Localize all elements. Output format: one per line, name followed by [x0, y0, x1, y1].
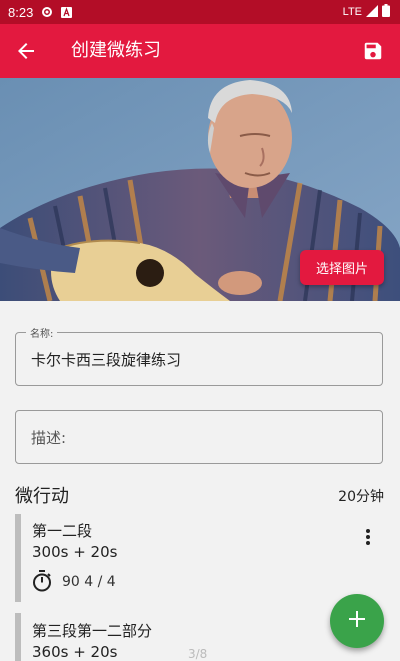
stopwatch-icon [32, 570, 52, 592]
item-accent-bar [15, 613, 21, 661]
item-accent-bar [15, 514, 21, 602]
item-name: 第三段第一二部分 [32, 622, 153, 640]
item-stats: 90 4 / 4 [62, 574, 116, 590]
name-field[interactable]: 名称: 卡尔卡西三段旋律练习 [15, 325, 383, 386]
name-field-value: 卡尔卡西三段旋律练习 [31, 351, 182, 369]
name-field-label: 名称: [26, 325, 58, 340]
item-duration: 360s + 20s [32, 643, 118, 661]
plus-icon [348, 610, 366, 632]
choose-image-button[interactable]: 选择图片 [299, 250, 384, 285]
network-type: LTE [342, 6, 362, 18]
save-icon[interactable] [362, 40, 384, 62]
item-name: 第一二段 [32, 522, 93, 540]
list-item[interactable]: 第一二段 300s + 20s 90 4 / 4 [15, 514, 385, 602]
add-button[interactable] [330, 594, 384, 648]
status-bar: 8:23 LTE [0, 0, 400, 24]
page-indicator: 3/8 [188, 647, 208, 661]
app-toolbar: 创建微练习 [0, 24, 400, 78]
text-a-icon [61, 6, 73, 18]
battery-icon [382, 4, 390, 20]
more-vert-icon[interactable] [365, 528, 371, 546]
section-total-duration: 20分钟 [338, 489, 384, 505]
back-arrow-icon[interactable] [14, 39, 38, 63]
item-duration: 300s + 20s [32, 543, 118, 561]
gear-icon [41, 6, 53, 18]
status-time: 8:23 [8, 4, 34, 20]
description-field[interactable]: 描述: [15, 410, 383, 464]
page-title: 创建微练习 [71, 40, 161, 61]
signal-icon [366, 4, 378, 20]
section-title: 微行动 [15, 486, 69, 507]
description-placeholder: 描述: [31, 429, 67, 447]
